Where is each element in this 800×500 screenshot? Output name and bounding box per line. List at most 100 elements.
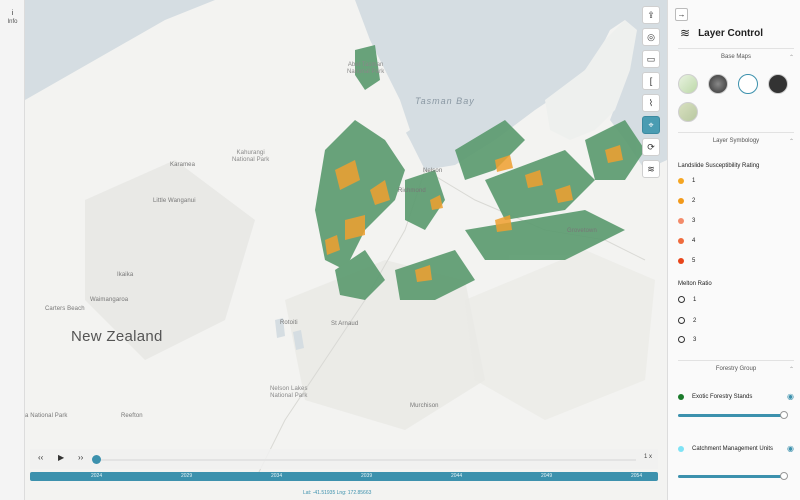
layers-icon: ≋	[647, 163, 655, 174]
layer-control-panel: → ≋ Layer Control Base Maps ⌃ Layer Symb…	[667, 0, 800, 500]
year-label: 2039	[361, 473, 373, 479]
landslide-item: 5	[678, 258, 695, 264]
app: i Info Abel Tasman National Park Tasman …	[0, 0, 800, 500]
landslide-item: 2	[678, 198, 695, 204]
landslide-item: 4	[678, 238, 695, 244]
timeline-knob[interactable]	[92, 455, 101, 464]
swatch-dot	[678, 218, 684, 224]
bracket-button[interactable]: [	[642, 72, 660, 90]
layers-button[interactable]: ≋	[642, 160, 660, 178]
timeline-track[interactable]	[96, 459, 636, 461]
base-maps-header[interactable]: Base Maps ⌃	[678, 54, 794, 61]
year-label: 2049	[541, 473, 553, 479]
tablet-button[interactable]: ▭	[642, 50, 660, 68]
chevron-up-icon: ⌃	[788, 139, 794, 145]
rewind-button[interactable]: ‹‹	[38, 453, 43, 462]
catchment-label: Catchment Management Units	[692, 445, 774, 452]
ring-icon	[678, 317, 685, 324]
basemap-satellite[interactable]	[708, 74, 728, 94]
label-waimangaroa: Waimangaroa	[90, 297, 129, 303]
year-bar[interactable]	[30, 472, 658, 481]
layer-symbology-header[interactable]: Layer Symbology ⌃	[678, 138, 794, 145]
landslide-label: 1	[692, 178, 696, 184]
label-st-arnaud: St Arnaud	[331, 321, 359, 327]
exotic-opacity-slider[interactable]	[678, 414, 784, 417]
collapse-panel-button[interactable]: →	[675, 8, 688, 21]
landslide-label: 4	[692, 238, 696, 244]
forestry-group-label: Forestry Group	[715, 366, 757, 372]
label-nelson: Nelson	[423, 168, 443, 174]
panel-header: ≋ Layer Control	[680, 26, 763, 40]
landslide-label: 2	[692, 198, 696, 204]
ring-icon	[678, 296, 685, 303]
year-label: 2044	[451, 473, 463, 479]
label-murchison: Murchison	[410, 403, 439, 409]
label-little-wanganui: Little Wanganui	[153, 198, 196, 204]
label-grovetown: Grovetown	[567, 228, 597, 234]
info-button[interactable]: i Info	[0, 10, 25, 26]
forestry-group-header[interactable]: Forestry Group ⌃	[678, 366, 794, 373]
panel-title: Layer Control	[698, 27, 764, 39]
catchment-layer: Catchment Management Units ◉	[678, 444, 794, 453]
rotate-icon: ⟳	[647, 141, 655, 152]
melton-label: 2	[693, 317, 697, 324]
play-button[interactable]: ▶	[58, 453, 64, 462]
landslide-label: 5	[692, 258, 696, 264]
swatch-dot	[678, 445, 684, 452]
label-new-zealand: New Zealand	[71, 328, 163, 345]
landslide-item: 1	[678, 178, 695, 184]
info-icon: i	[11, 10, 14, 17]
label-rotoiti: Rotoiti	[280, 320, 298, 326]
forward-button[interactable]: ››	[78, 453, 83, 462]
label-tasman-bay: Tasman Bay	[415, 96, 475, 106]
basemap-dark[interactable]	[768, 74, 788, 94]
basemap-light[interactable]	[738, 74, 758, 94]
timeline: ‹‹ ▶ ›› 1 x 2024 2029 2034 2039 2044 204…	[30, 449, 658, 489]
target-icon: ⌖	[648, 119, 654, 130]
label-carters-beach: Carters Beach	[45, 306, 85, 312]
basemap-terrain[interactable]	[678, 102, 698, 122]
speed-control[interactable]: 1 x	[644, 454, 652, 460]
layer-symbology-label: Layer Symbology	[712, 138, 760, 144]
melton-label: 3	[693, 336, 697, 343]
layers-stack-icon: ≋	[680, 26, 691, 40]
label-kahurangi: Kahurangi National Park	[232, 150, 270, 163]
catchment-opacity-slider[interactable]	[678, 475, 784, 478]
swatch-dot	[678, 178, 684, 184]
info-label: Info	[7, 19, 18, 25]
slider-knob[interactable]	[780, 472, 788, 480]
map-basemap	[25, 0, 667, 500]
swatch-dot	[678, 198, 684, 204]
compass-button[interactable]: ◎	[642, 28, 660, 46]
eye-icon[interactable]: ◉	[787, 444, 794, 453]
timeline-controls: ‹‹ ▶ ›› 1 x	[30, 449, 658, 469]
melton-title: Melton Ratio	[678, 281, 712, 287]
label-karamea: Karamea	[170, 162, 196, 168]
landslide-item: 3	[678, 218, 695, 224]
tablet-icon: ▭	[646, 53, 656, 64]
share-button[interactable]: ⇪	[642, 6, 660, 24]
label-abel-tasman: Abel Tasman National Park	[347, 62, 385, 75]
share-icon: ⇪	[647, 9, 655, 20]
chart-button[interactable]: ⌇	[642, 94, 660, 112]
melton-label: 1	[693, 296, 697, 303]
eye-icon[interactable]: ◉	[787, 392, 794, 401]
swatch-dot	[678, 393, 684, 400]
melton-item: 1	[678, 296, 696, 303]
landslide-label: 3	[692, 218, 696, 224]
landslide-title: Landslide Susceptibility Rating	[678, 163, 760, 169]
melton-item: 3	[678, 336, 696, 343]
rotate-button[interactable]: ⟳	[642, 138, 660, 156]
basemap-light-green[interactable]	[678, 74, 698, 94]
slider-knob[interactable]	[780, 411, 788, 419]
melton-item: 2	[678, 317, 696, 324]
target-button[interactable]: ⌖	[642, 116, 660, 134]
divider	[678, 48, 794, 49]
bracket-icon: [	[649, 76, 653, 86]
map-view[interactable]: Abel Tasman National Park Tasman Bay Kah…	[25, 0, 667, 500]
chevron-up-icon: ⌃	[788, 367, 794, 373]
exotic-forestry-label: Exotic Forestry Stands	[692, 393, 753, 400]
cursor-coordinates: Lat: -41.51935 Lng: 172.85663	[303, 490, 372, 496]
base-maps-label: Base Maps	[720, 54, 751, 60]
year-label: 2024	[91, 473, 103, 479]
